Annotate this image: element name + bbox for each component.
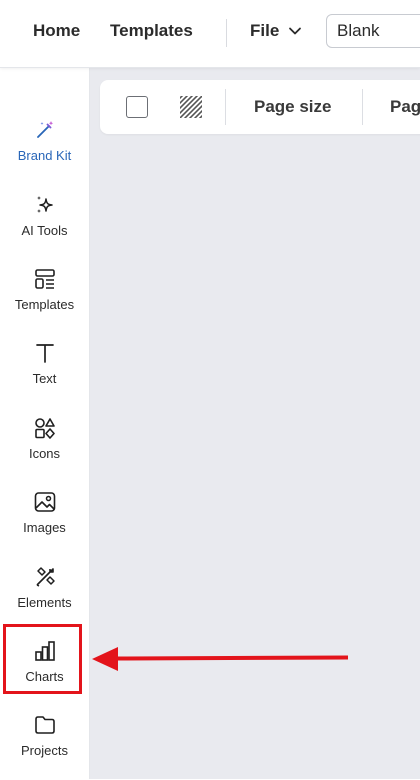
toolbar-divider bbox=[362, 89, 363, 125]
sidebar-item-projects[interactable]: Projects bbox=[0, 714, 89, 780]
sidebar-item-brand-kit[interactable]: Brand Kit bbox=[0, 119, 89, 185]
sparkles-icon bbox=[37, 196, 53, 213]
background-color-swatch[interactable] bbox=[126, 96, 148, 118]
bar-chart-icon bbox=[35, 641, 55, 661]
elements-icon bbox=[36, 567, 55, 587]
sidebar-item-text[interactable]: Text bbox=[0, 342, 89, 408]
editor-canvas[interactable] bbox=[90, 68, 420, 779]
sidebar-item-label: AI Tools bbox=[21, 223, 68, 238]
image-icon bbox=[34, 492, 56, 512]
sidebar-item-label: Brand Kit bbox=[17, 148, 72, 163]
transparency-pattern-icon[interactable] bbox=[180, 96, 202, 118]
sidebar-item-images[interactable]: Images bbox=[0, 491, 89, 557]
header-divider bbox=[226, 19, 227, 47]
sidebar-item-label: Charts bbox=[25, 669, 64, 684]
chevron-down-icon[interactable] bbox=[288, 24, 302, 38]
left-sidebar: Brand Kit AI Tools Templates Text Icons bbox=[0, 68, 90, 779]
sidebar-item-label: Elements bbox=[17, 595, 72, 610]
magic-wand-icon bbox=[37, 121, 54, 138]
page-size-button[interactable]: Page size bbox=[254, 97, 332, 117]
sidebar-item-icons[interactable]: Icons bbox=[0, 417, 89, 483]
document-name-input[interactable] bbox=[326, 14, 420, 48]
sidebar-item-label: Icons bbox=[28, 446, 61, 461]
templates-icon bbox=[35, 269, 55, 289]
sidebar-item-charts[interactable]: Charts bbox=[0, 640, 89, 706]
sidebar-item-elements[interactable]: Elements bbox=[0, 566, 89, 632]
truncated-toolbar-button[interactable]: Pag bbox=[390, 97, 420, 117]
folder-icon bbox=[35, 716, 55, 734]
shapes-icon bbox=[35, 418, 55, 439]
sidebar-item-label: Templates bbox=[14, 297, 75, 312]
toolbar-divider bbox=[225, 89, 226, 125]
nav-home-link[interactable]: Home bbox=[33, 21, 80, 41]
sidebar-item-label: Images bbox=[23, 520, 66, 535]
sidebar-item-ai-tools[interactable]: AI Tools bbox=[0, 194, 89, 260]
sidebar-item-label: Text bbox=[32, 371, 57, 386]
sidebar-item-label: Projects bbox=[21, 743, 68, 758]
text-icon bbox=[36, 344, 54, 363]
canvas-toolbar: Page size Pag bbox=[100, 80, 420, 134]
nav-templates-link[interactable]: Templates bbox=[110, 21, 193, 41]
sidebar-item-templates[interactable]: Templates bbox=[0, 268, 89, 334]
file-menu-button[interactable]: File bbox=[250, 21, 279, 41]
top-header: Home Templates File bbox=[0, 0, 420, 68]
